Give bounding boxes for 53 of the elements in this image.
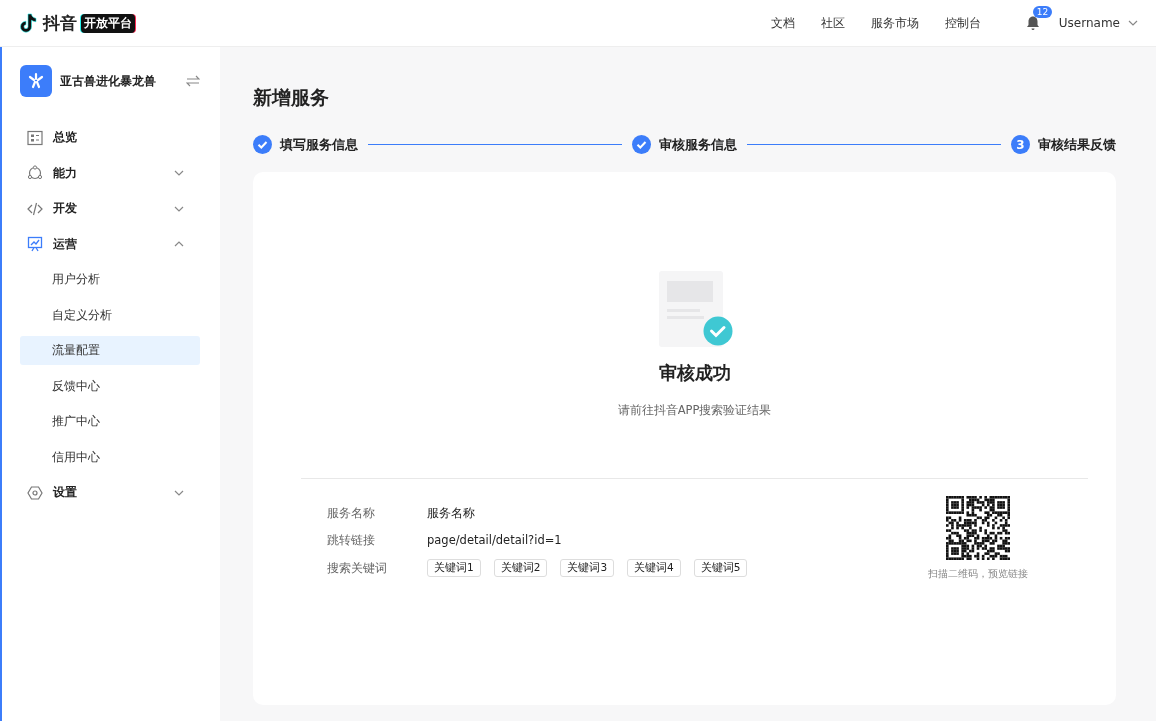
result-subtitle: 请前往抖音APP搜索验证结果 <box>617 403 772 418</box>
logo-text: 抖音 <box>43 11 77 35</box>
platform-badge: 开放平台 <box>81 13 135 33</box>
keyword-tag: 关键词2 <box>493 559 548 577</box>
app-logo-icon <box>20 65 52 97</box>
bell-icon[interactable] <box>1024 15 1041 31</box>
detail-label: 跳转链接 <box>327 532 376 548</box>
sidebar-item[interactable]: 总览 <box>20 123 200 152</box>
sidebar-subitem[interactable]: 流量配置 <box>20 336 200 365</box>
sidebar-item[interactable]: 开发 <box>20 194 200 223</box>
app-name: 亚古兽进化暴龙兽 <box>60 72 157 90</box>
username[interactable]: Username <box>1058 16 1120 30</box>
keyword-tag: 关键词5 <box>693 559 748 577</box>
result-title: 审核成功 <box>658 361 731 385</box>
nav-link[interactable]: 控制台 <box>944 14 981 32</box>
sidebar-item[interactable]: 运营 <box>20 229 200 259</box>
nav-link[interactable]: 社区 <box>820 14 845 32</box>
sidebar-subitem[interactable]: 信用中心 <box>20 442 200 472</box>
music-note-logo-icon <box>19 12 39 34</box>
step-label: 审核服务信息 <box>659 135 737 154</box>
sidebar-item[interactable]: 设置 <box>20 478 200 507</box>
step-label: 审核结果反馈 <box>1038 135 1116 154</box>
notification-count: 12 <box>1032 6 1053 18</box>
keyword-tag: 关键词4 <box>627 559 681 577</box>
sidebar-subitem[interactable]: 自定义分析 <box>20 300 200 330</box>
page-title: 新增服务 <box>253 85 330 110</box>
code-icon <box>27 200 43 217</box>
sidebar-subitem[interactable]: 反馈中心 <box>20 371 200 401</box>
step-label: 填写服务信息 <box>280 135 358 154</box>
chevron-down-icon <box>1128 20 1138 26</box>
detail-label: 搜索关键词 <box>327 560 388 576</box>
chevron-down-icon <box>174 170 184 176</box>
switch-icon[interactable] <box>186 75 200 87</box>
keyword-tag: 关键词3 <box>560 559 615 577</box>
qr-caption: 扫描二维码，预览链接 <box>928 568 1028 581</box>
detail-label: 服务名称 <box>327 505 376 521</box>
sidebar-subitem[interactable]: 用户分析 <box>20 265 200 294</box>
nav-link[interactable]: 文档 <box>770 14 795 32</box>
nav-link[interactable]: 服务市场 <box>870 14 919 32</box>
sidebar-item[interactable]: 能力 <box>20 158 200 188</box>
keyword-tag: 关键词1 <box>427 559 481 577</box>
chevron-down-icon <box>174 489 184 496</box>
step-number: 3 <box>1011 135 1030 154</box>
qr-code <box>946 496 1010 560</box>
settings-icon <box>27 484 43 501</box>
chevron-up-icon <box>174 241 184 247</box>
detail-value: 服务名称 <box>427 505 475 521</box>
chart-board-icon <box>27 236 43 252</box>
sidebar-subitem[interactable]: 推广中心 <box>20 407 200 436</box>
grid-list-icon <box>27 129 43 146</box>
chevron-down-icon <box>174 205 184 212</box>
network-icon <box>27 165 43 181</box>
detail-value: page/detail/detail?id=1 <box>427 533 562 547</box>
